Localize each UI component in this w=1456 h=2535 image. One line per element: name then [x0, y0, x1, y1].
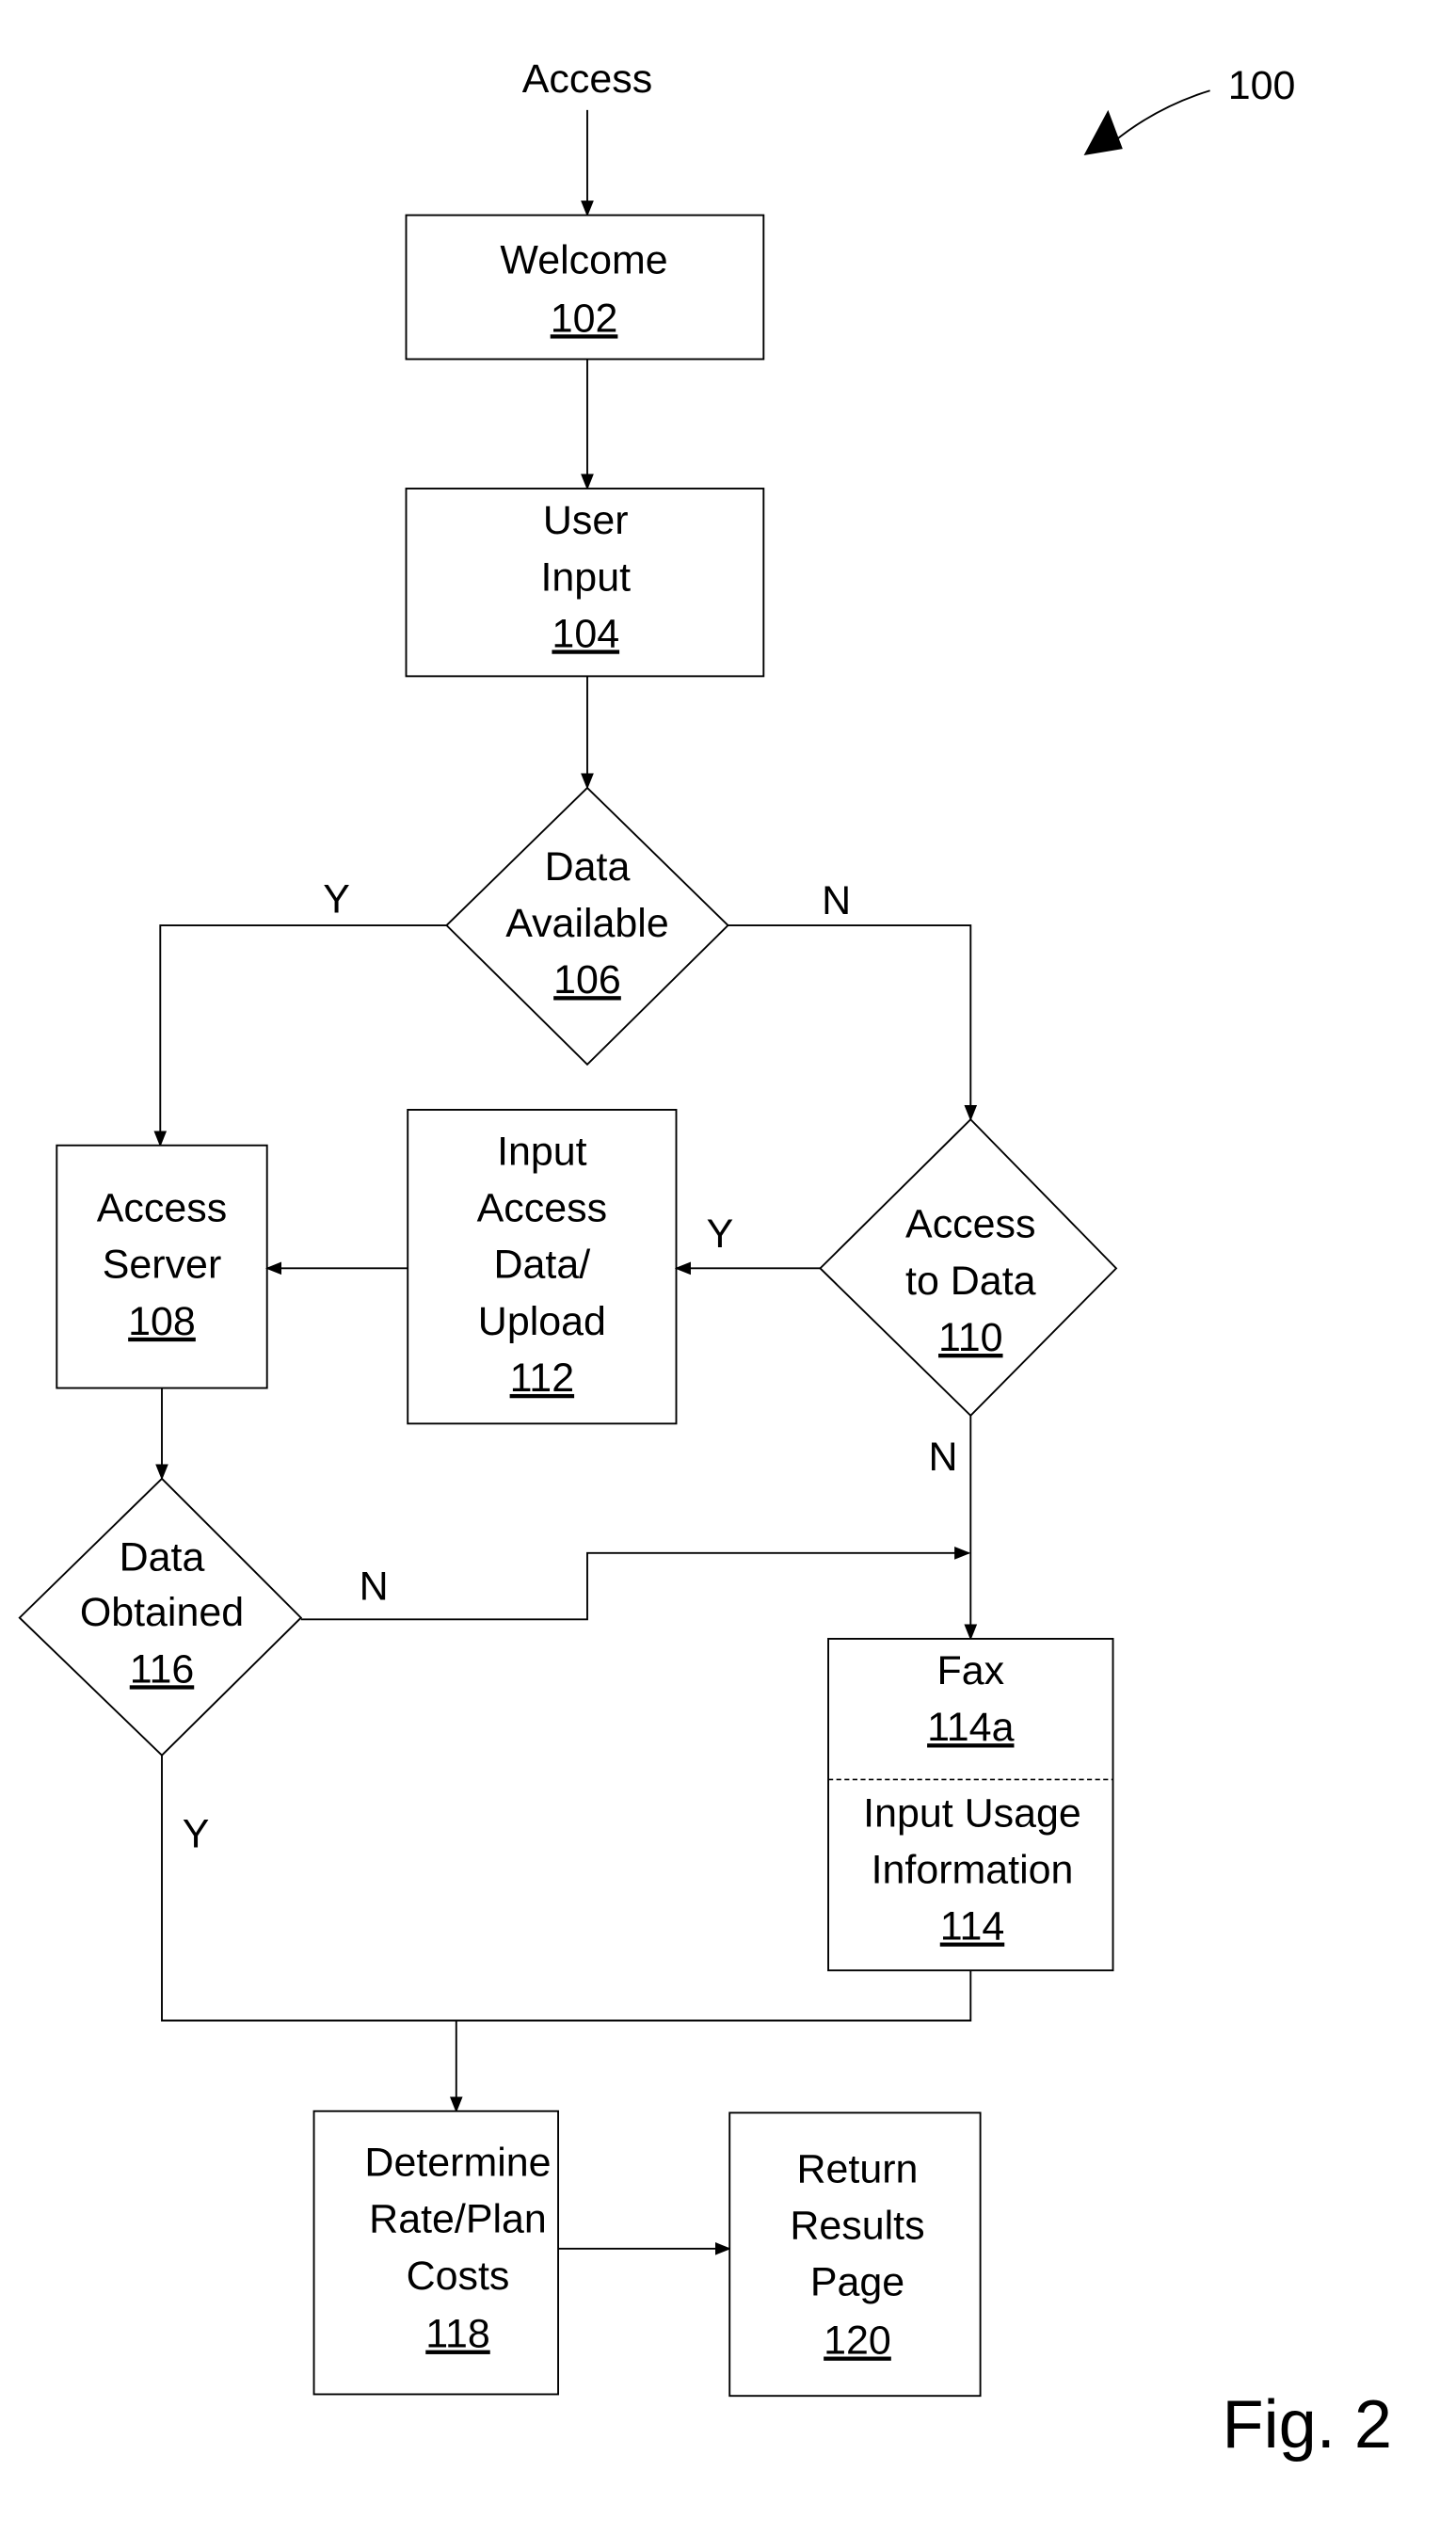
node-welcome: Welcome 102: [405, 214, 765, 361]
edge-label-yes: Y: [707, 1211, 734, 1257]
node-ref: 114a: [927, 1705, 1014, 1750]
node-ref: 120: [824, 2318, 891, 2364]
node-label: Input: [540, 554, 631, 600]
node-label: Information: [872, 1847, 1074, 1892]
node-label: Data/: [494, 1243, 591, 1288]
edge-label-no: N: [929, 1435, 958, 1480]
node-determine-costs: Determine Rate/Plan Costs 118: [312, 2110, 559, 2396]
node-label: Input: [497, 1129, 587, 1174]
entry-label: Access: [522, 56, 652, 102]
figure-caption: Fig. 2: [1223, 2387, 1392, 2463]
node-ref: 102: [551, 296, 618, 341]
node-label: Data: [120, 1535, 205, 1580]
node-label: Fax: [936, 1648, 1004, 1693]
node-access-to-data: Access to Data 110: [819, 1117, 1118, 1418]
node-label: Welcome: [500, 237, 667, 282]
node-user-input: User Input 104: [405, 488, 765, 678]
edge-label-yes: Y: [323, 876, 350, 922]
node-label: to Data: [905, 1259, 1036, 1304]
node-fax-input-usage: Fax 114a Input Usage Information 114: [827, 1637, 1114, 1972]
flowchart: 100 Access Welcome 102 User Input 104 Da…: [18, 56, 1392, 2463]
node-label: Access: [477, 1186, 607, 1231]
node-data-obtained: Data Obtained 116: [18, 1477, 303, 1757]
node-label: Return: [797, 2146, 919, 2191]
node-label: Access: [905, 1202, 1035, 1247]
node-ref: 114: [940, 1904, 1004, 1949]
node-label: Rate/Plan: [369, 2197, 547, 2242]
edge-data-obtained-fax: [300, 1546, 971, 1621]
node-label: Page: [810, 2260, 904, 2305]
node-ref: 104: [552, 611, 619, 656]
reference-arrowhead-icon: [1083, 109, 1123, 155]
node-label: User: [543, 498, 629, 543]
node-ref: 116: [130, 1646, 194, 1692]
edge-label-no: N: [822, 878, 851, 923]
node-ref: 118: [425, 2312, 489, 2357]
node-data-available: Data Available 106: [445, 786, 729, 1067]
node-ref: 112: [510, 1356, 574, 1401]
edge-label-no: N: [360, 1564, 389, 1610]
node-label: Access: [97, 1186, 227, 1231]
node-return-results: Return Results Page 120: [728, 2111, 982, 2398]
node-label: Upload: [478, 1299, 606, 1344]
figure-reference-number: 100: [1228, 63, 1296, 108]
node-label: Available: [505, 901, 669, 946]
node-ref: 106: [553, 957, 621, 1003]
node-ref: 108: [128, 1299, 196, 1344]
node-label: Costs: [407, 2254, 510, 2299]
node-label: Determine: [364, 2140, 551, 2185]
edge-data-available-access-to-data: [728, 924, 978, 1121]
node-label: Input Usage: [863, 1790, 1081, 1836]
node-input-access-data: Input Access Data/ Upload 112: [407, 1108, 678, 1425]
node-access-server: Access Server 108: [56, 1144, 268, 1389]
edge-data-available-access-server: [153, 924, 447, 1147]
reference-arrow: [1112, 89, 1210, 143]
node-label: Server: [103, 1243, 222, 1288]
edge-label-yes: Y: [183, 1812, 210, 1857]
node-label: Obtained: [80, 1590, 244, 1635]
node-label: Results: [790, 2204, 924, 2249]
node-label: Data: [545, 844, 631, 890]
node-ref: 110: [938, 1315, 1002, 1360]
